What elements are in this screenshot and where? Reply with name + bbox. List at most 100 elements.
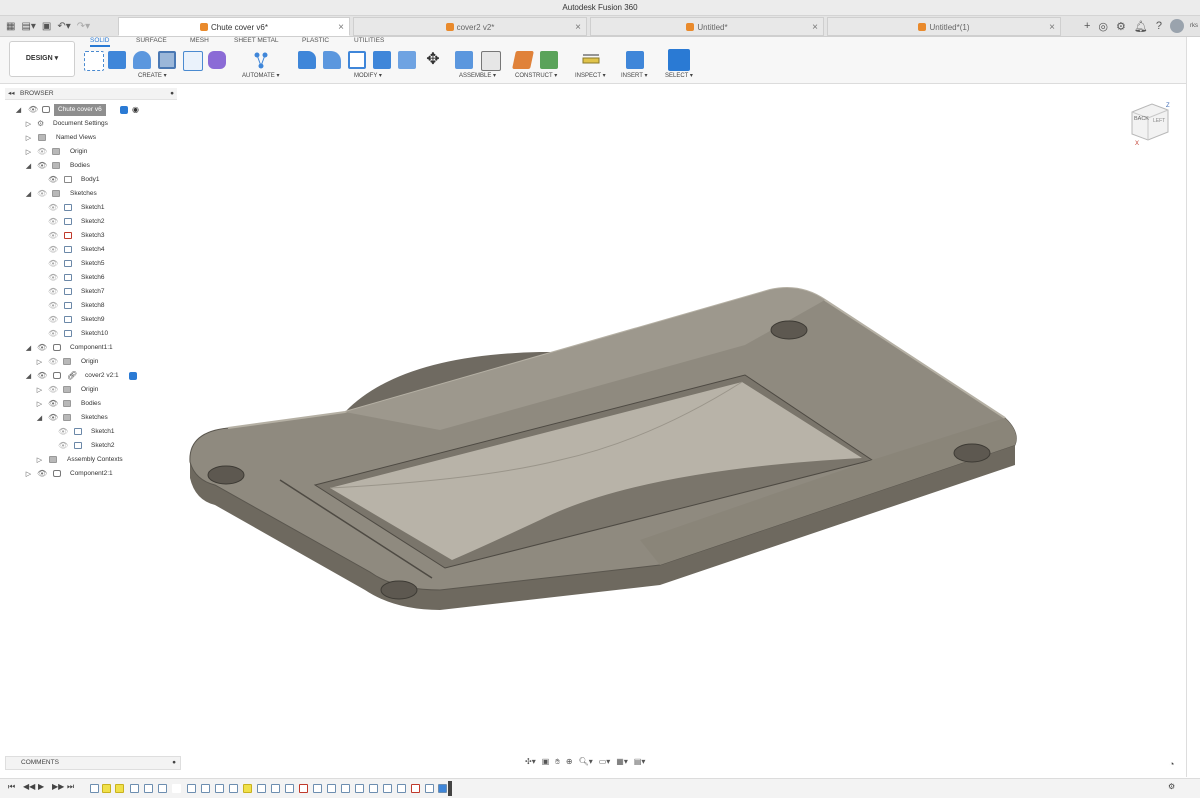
timeline-feature[interactable]: [438, 784, 447, 793]
timeline-feature[interactable]: [285, 784, 294, 793]
collapse-arrow-icon[interactable]: ◢: [24, 371, 33, 383]
app-grid-icon[interactable]: ▦: [6, 21, 15, 32]
timeline-feature[interactable]: [187, 784, 196, 793]
pattern-icon[interactable]: [183, 51, 203, 71]
tab-untitled[interactable]: Untitled* ×: [590, 17, 824, 36]
zoom-window-icon[interactable]: ⊕: [566, 757, 573, 766]
timeline-feature[interactable]: [425, 784, 434, 793]
pin-icon[interactable]: ●: [170, 88, 174, 99]
extrude-icon[interactable]: [108, 51, 126, 69]
help-icon[interactable]: ?: [1156, 20, 1162, 32]
timeline-feature[interactable]: [243, 784, 252, 793]
display-settings-icon[interactable]: ▭▾: [599, 757, 611, 766]
sync-icon[interactable]: [129, 372, 137, 380]
construct-menu[interactable]: CONSTRUCT ▾: [515, 72, 557, 79]
select-icon[interactable]: [668, 49, 690, 71]
insert-menu[interactable]: INSERT ▾: [621, 72, 647, 79]
visibility-icon[interactable]: 👁︎: [37, 370, 47, 382]
visibility-icon[interactable]: 👁︎: [48, 174, 58, 186]
form-icon[interactable]: [208, 51, 226, 69]
timeline-feature[interactable]: [327, 784, 336, 793]
inspect-menu[interactable]: INSPECT ▾: [575, 72, 606, 79]
expand-arrow-icon[interactable]: ▷: [24, 119, 33, 131]
visibility-icon[interactable]: 👁︎: [48, 356, 58, 368]
tab-surface[interactable]: SURFACE: [136, 37, 167, 44]
collapse-arrow-icon[interactable]: ◢: [24, 343, 33, 355]
new-component-icon[interactable]: [455, 51, 473, 69]
collapse-panel-icon[interactable]: ◂◂: [8, 88, 15, 99]
expand-arrow-icon[interactable]: ▷: [35, 399, 44, 411]
notifications-icon[interactable]: 🔔︎: [1134, 20, 1148, 33]
workspace-switcher[interactable]: DESIGN ▾: [9, 41, 75, 77]
collapse-arrow-icon[interactable]: ◢: [14, 105, 23, 117]
timeline-feature[interactable]: [383, 784, 392, 793]
select-menu[interactable]: SELECT ▾: [665, 72, 693, 79]
tab-chute-cover[interactable]: Chute cover v6* ×: [118, 17, 350, 36]
assemble-menu[interactable]: ASSEMBLE ▾: [459, 72, 496, 79]
visibility-icon[interactable]: 👁︎: [28, 104, 38, 116]
save-icon[interactable]: ▣: [42, 21, 51, 32]
file-menu-icon[interactable]: ▤▾: [21, 21, 35, 32]
visibility-icon[interactable]: 👁︎: [58, 440, 68, 452]
expand-arrow-icon[interactable]: ▷: [24, 469, 33, 481]
automate-menu[interactable]: AUTOMATE ▾: [242, 72, 279, 79]
timeline-feature[interactable]: [158, 784, 167, 793]
visibility-icon[interactable]: 👁︎: [37, 468, 47, 480]
close-tab-icon[interactable]: ×: [812, 18, 818, 37]
view-cube[interactable]: BACK LEFT Z X: [1126, 98, 1172, 147]
collapse-arrow-icon[interactable]: ◢: [24, 161, 33, 173]
timeline-feature[interactable]: [397, 784, 406, 793]
combine-icon[interactable]: [373, 51, 391, 69]
timeline-feature[interactable]: [299, 784, 308, 793]
orbit-icon[interactable]: ✣▾: [525, 757, 536, 766]
insert-image-icon[interactable]: [626, 51, 644, 69]
target-icon[interactable]: ◉: [132, 104, 139, 116]
expand-arrow-icon[interactable]: ▷: [24, 133, 33, 145]
visibility-icon[interactable]: 👁︎: [48, 272, 58, 284]
visibility-icon[interactable]: 👁︎: [48, 216, 58, 228]
look-at-icon[interactable]: ▣: [542, 757, 550, 766]
tab-utilities[interactable]: UTILITIES: [354, 37, 384, 44]
visibility-icon[interactable]: 👁︎: [48, 328, 58, 340]
undo-icon[interactable]: ↶▾: [57, 21, 70, 32]
timeline-feature[interactable]: [341, 784, 350, 793]
visibility-icon[interactable]: 👁︎: [48, 244, 58, 256]
active-radio-icon[interactable]: [120, 106, 128, 114]
step-forward-icon[interactable]: ▶▶: [52, 782, 64, 791]
hole-icon[interactable]: [158, 51, 176, 69]
timeline-feature[interactable]: [215, 784, 224, 793]
expand-arrow-icon[interactable]: ▷: [24, 147, 33, 159]
visibility-icon[interactable]: 👁︎: [48, 412, 58, 424]
shell-icon[interactable]: [348, 51, 366, 69]
close-tab-icon[interactable]: ×: [575, 18, 581, 37]
timeline-feature[interactable]: [90, 784, 99, 793]
visibility-icon[interactable]: 👁︎: [48, 286, 58, 298]
expand-arrow-icon[interactable]: ▷: [35, 455, 44, 467]
tab-mesh[interactable]: MESH: [190, 37, 209, 44]
new-tab-icon[interactable]: +: [1084, 20, 1090, 32]
redo-icon[interactable]: ↷▾: [77, 21, 90, 32]
tab-sheet-metal[interactable]: SHEET METAL: [234, 37, 279, 44]
go-to-end-icon[interactable]: ⏭: [67, 782, 74, 792]
timeline-settings-icon[interactable]: ⚙: [1168, 782, 1175, 791]
joint-icon[interactable]: [481, 51, 501, 71]
split-icon[interactable]: [398, 51, 416, 69]
press-pull-icon[interactable]: [298, 51, 316, 69]
visibility-icon[interactable]: 👁︎: [48, 230, 58, 242]
visibility-icon[interactable]: 👁︎: [37, 342, 47, 354]
timeline-feature[interactable]: [102, 784, 111, 793]
timeline-feature[interactable]: [313, 784, 322, 793]
visibility-icon[interactable]: 👁︎: [48, 258, 58, 270]
timeline-feature[interactable]: [229, 784, 238, 793]
extensions-icon[interactable]: ⚙: [1116, 20, 1126, 33]
grid-settings-icon[interactable]: ▦▾: [616, 757, 628, 766]
timeline-feature[interactable]: [257, 784, 266, 793]
measure-icon[interactable]: [582, 51, 600, 69]
play-icon[interactable]: ▶: [38, 782, 44, 791]
comments-panel[interactable]: COMMENTS ●: [5, 756, 181, 770]
timeline-feature[interactable]: [411, 784, 420, 793]
expand-arrow-icon[interactable]: ▷: [35, 357, 44, 369]
fit-view-icon[interactable]: ◔: [1169, 759, 1174, 769]
expand-arrow-icon[interactable]: ▷: [35, 385, 44, 397]
viewports-icon[interactable]: ▤▾: [634, 757, 646, 766]
